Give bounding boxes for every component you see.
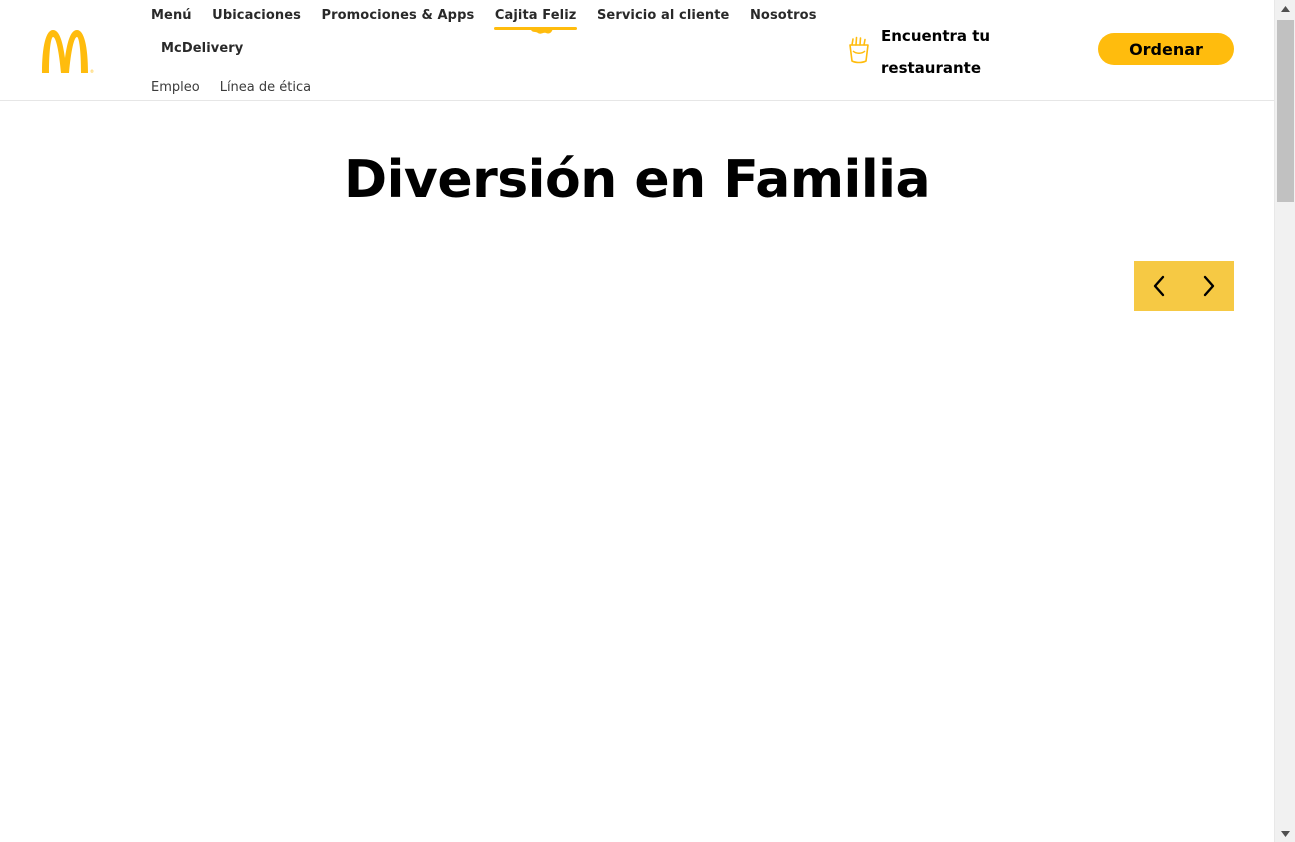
active-drip-icon <box>530 26 553 34</box>
primary-nav-row-2: McDelivery <box>151 37 811 59</box>
carousel-controls <box>1134 261 1234 311</box>
page-title: Diversión en Familia <box>343 150 931 210</box>
nav-item-empleo[interactable]: Empleo <box>151 80 200 95</box>
chevron-left-icon <box>1153 275 1165 297</box>
page-viewport: ® Menú Ubicaciones Promociones & Apps Ca… <box>0 0 1274 842</box>
svg-text:®: ® <box>90 69 94 74</box>
primary-nav: Menú Ubicaciones Promociones & Apps Caji… <box>151 4 816 59</box>
nav-item-promociones-apps[interactable]: Promociones & Apps <box>321 8 474 23</box>
mcdonalds-logo[interactable]: ® <box>38 26 98 76</box>
vertical-scrollbar[interactable] <box>1274 0 1295 842</box>
order-button[interactable]: Ordenar <box>1098 33 1234 65</box>
nav-item-linea-de-etica[interactable]: Línea de ética <box>220 80 311 95</box>
carousel-prev-button[interactable] <box>1134 261 1184 311</box>
nav-item-mcdelivery[interactable]: McDelivery <box>161 41 243 56</box>
find-restaurant-link[interactable]: Encuentra tu restaurante <box>847 20 1001 84</box>
nav-item-menu[interactable]: Menú <box>151 8 192 23</box>
nav-item-nosotros[interactable]: Nosotros <box>750 8 817 23</box>
secondary-nav: Empleo Línea de ética <box>151 80 331 95</box>
scroll-down-arrow-icon[interactable] <box>1275 825 1295 842</box>
carousel-next-button[interactable] <box>1184 261 1234 311</box>
nav-item-servicio-al-cliente[interactable]: Servicio al cliente <box>597 8 730 23</box>
golden-arches-icon: ® <box>42 30 94 74</box>
chevron-right-icon <box>1203 275 1215 297</box>
scroll-up-arrow-icon[interactable] <box>1275 0 1295 17</box>
nav-item-ubicaciones[interactable]: Ubicaciones <box>212 8 301 23</box>
fries-icon <box>849 36 869 64</box>
primary-nav-row: Menú Ubicaciones Promociones & Apps Caji… <box>151 4 816 34</box>
nav-item-cajita-feliz[interactable]: Cajita Feliz <box>493 7 578 34</box>
scrollbar-thumb[interactable] <box>1277 20 1294 202</box>
find-restaurant-label: Encuentra tu restaurante <box>881 27 991 77</box>
nav-item-cajita-feliz-label: Cajita Feliz <box>494 7 577 23</box>
site-header: ® Menú Ubicaciones Promociones & Apps Ca… <box>0 0 1274 101</box>
